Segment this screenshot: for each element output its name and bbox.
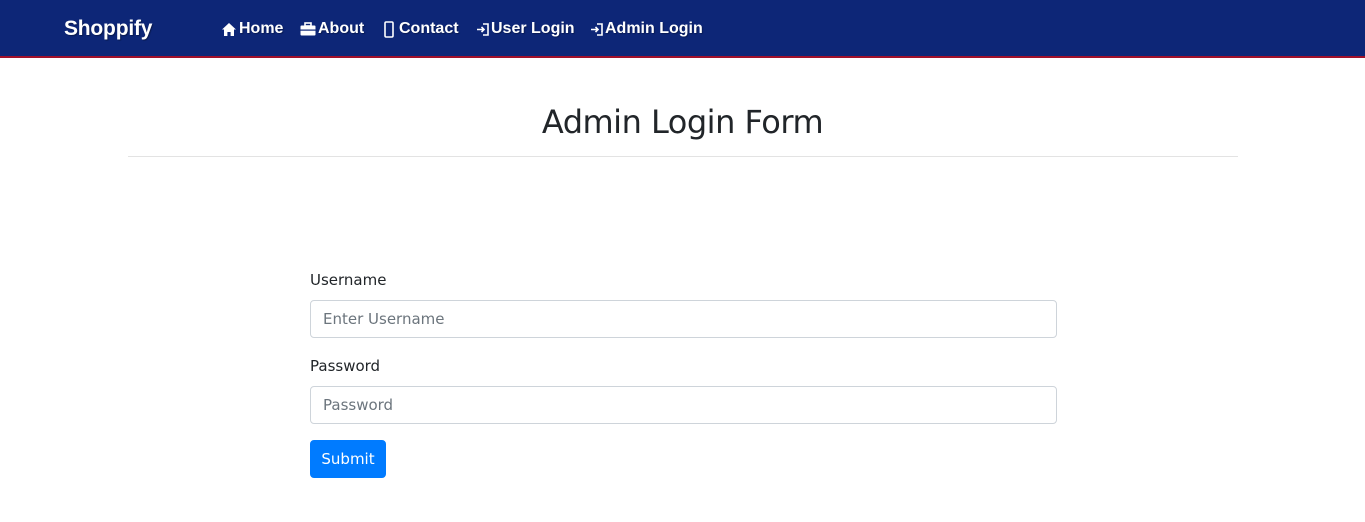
briefcase-icon — [300, 21, 316, 37]
nav-admin-login-link[interactable]: Admin Login — [589, 18, 703, 40]
password-label: Password — [310, 357, 381, 375]
page-title: Admin Login Form — [541, 103, 824, 141]
mobile-phone-icon — [383, 20, 395, 38]
login-icon — [589, 21, 603, 37]
submit-button[interactable]: Submit — [310, 440, 386, 478]
username-label: Username — [310, 271, 387, 289]
username-input[interactable] — [310, 300, 1057, 338]
nav-contact-label: Contact — [399, 20, 459, 37]
home-icon — [221, 21, 237, 37]
nav-about-label: About — [318, 20, 365, 37]
nav-home-label: Home — [239, 20, 284, 37]
login-icon — [475, 21, 489, 37]
nav-admin-login-label: Admin Login — [605, 20, 703, 37]
nav-about-link[interactable]: About — [300, 18, 364, 40]
nav-contact-link[interactable]: Contact — [383, 18, 459, 40]
top-navbar: Shoppify Home About Contact User Login A… — [0, 0, 1365, 58]
password-input[interactable] — [310, 386, 1057, 424]
title-divider — [128, 156, 1238, 157]
brand-logo-link[interactable]: Shoppify — [64, 17, 152, 41]
nav-home-link[interactable]: Home — [221, 18, 283, 40]
nav-user-login-label: User Login — [491, 20, 575, 37]
nav-user-login-link[interactable]: User Login — [475, 18, 575, 40]
